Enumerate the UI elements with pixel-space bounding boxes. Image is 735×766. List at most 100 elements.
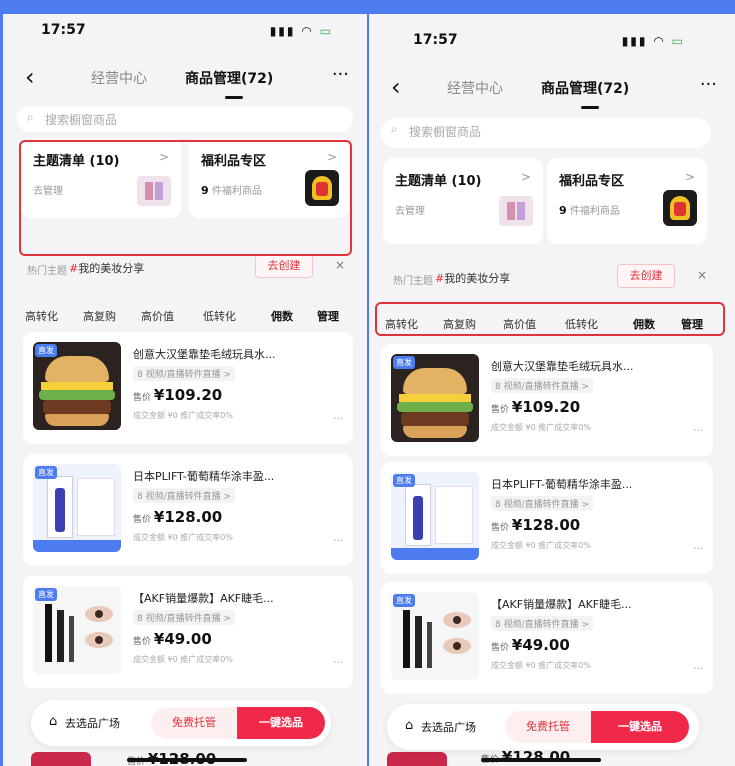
price-value: ¥49.00 — [511, 636, 570, 654]
active-tab-underline — [225, 96, 243, 99]
filter-high-repurchase[interactable]: 高复购 — [83, 308, 116, 324]
product-image-mascara: 直发 — [391, 592, 479, 680]
more-icon[interactable]: ··· — [693, 426, 703, 437]
tab-business-center[interactable]: 经营中心 — [447, 78, 503, 98]
tab-business-center[interactable]: 经营中心 — [91, 68, 147, 88]
price-value: ¥128.00 — [511, 516, 581, 534]
topic-value[interactable]: #我的美妆分享 — [69, 260, 144, 276]
price-value: ¥109.20 — [511, 398, 581, 416]
tab-product-management[interactable]: 商品管理(72) — [541, 78, 629, 98]
price-value: ¥49.00 — [153, 630, 212, 648]
search-icon: ⌕ — [27, 110, 34, 124]
filter-high-value[interactable]: 高价值 — [141, 308, 174, 324]
home-indicator — [481, 758, 601, 762]
theme-list-card[interactable]: 主题清单 (10) > 去管理 — [383, 158, 543, 244]
price-label: 售价 — [491, 405, 510, 415]
product-tag: 直发 — [35, 466, 57, 479]
product-price: 售价 ¥109.20 — [133, 386, 222, 404]
product-badge[interactable]: 8 视频/直播转件直播 > — [491, 378, 594, 393]
product-price: 售价 ¥49.00 — [133, 630, 212, 648]
product-badge[interactable]: 8 视频/直播转件直播 > — [491, 496, 594, 511]
product-plaza-link[interactable]: 去选品广场 — [65, 715, 120, 731]
tab-product-management[interactable]: 商品管理(72) — [185, 68, 273, 88]
product-image-burger: 直发 — [391, 354, 479, 442]
free-hosting-button[interactable]: 免费托管 — [505, 711, 591, 743]
welfare-sub-text: 件福利商品 — [569, 206, 620, 217]
one-key-select-button[interactable]: 一键选品 — [591, 711, 689, 743]
nav-bar: ‹ 经营中心 商品管理(72) ··· — [369, 74, 735, 109]
filter-low-conversion[interactable]: 低转化 — [203, 308, 236, 324]
create-button[interactable]: 去创建 — [255, 254, 313, 278]
product-badge[interactable]: 8 视频/直播转件直播 > — [133, 488, 236, 503]
product-item[interactable]: 直发 【AKF销量爆款】AKF睫毛... 8 视频/直播转件直播 > 售价 ¥4… — [23, 576, 353, 688]
more-icon[interactable]: ··· — [700, 74, 717, 95]
product-meta: 成交金额 ¥0 推广成交率0% — [491, 541, 591, 550]
more-icon[interactable]: ··· — [693, 664, 703, 675]
create-button[interactable]: 去创建 — [617, 264, 675, 288]
product-price: 售价 ¥49.00 — [491, 636, 570, 654]
search-input[interactable]: ⌕ 搜索橱窗商品 — [17, 106, 353, 132]
product-item[interactable]: 直发 日本PLIFT-葡萄精华涂丰盈... 8 视频/直播转件直播 > 售价 ¥… — [23, 454, 353, 566]
price-value: ¥128.00 — [501, 748, 571, 766]
wifi-icon: ◠ — [301, 24, 314, 38]
more-icon[interactable]: ··· — [332, 64, 349, 85]
product-title: 日本PLIFT-葡萄精华涂丰盈... — [491, 478, 633, 491]
topic-label: 热门主题 — [393, 276, 433, 287]
highlight-box-cards — [19, 140, 352, 256]
price-label: 售价 — [491, 643, 510, 653]
product-title: 日本PLIFT-葡萄精华涂丰盈... — [133, 470, 275, 483]
close-icon[interactable]: × — [697, 268, 707, 282]
welfare-card[interactable]: 福利品专区 > 9 件福利商品 — [547, 158, 707, 244]
feature-cards: 主题清单 (10) > 去管理 福利品专区 > 9 件福利商品 — [379, 158, 709, 250]
price-label: 售价 — [491, 523, 510, 533]
wifi-icon: ◠ — [653, 34, 666, 48]
product-badge[interactable]: 8 视频/直播转件直播 > — [133, 366, 236, 381]
product-title: 创意大汉堡靠垫毛绒玩具水... — [133, 348, 276, 361]
more-icon[interactable]: ··· — [333, 536, 343, 547]
welfare-sub: 9 件福利商品 — [559, 202, 620, 217]
product-plaza-link[interactable]: 去选品广场 — [421, 719, 476, 735]
product-item[interactable]: 直发 创意大汉堡靠垫毛绒玩具水... 8 视频/直播转件直播 > 售价 ¥109… — [381, 344, 713, 456]
chevron-right-icon: > — [520, 170, 531, 184]
next-product-price: 售价 ¥128.00 — [481, 748, 570, 766]
product-badge[interactable]: 8 视频/直播转件直播 > — [133, 610, 236, 625]
chevron-left-icon[interactable]: ‹ — [391, 74, 401, 100]
filter-commission[interactable]: 佣数 — [271, 308, 293, 324]
free-hosting-button[interactable]: 免费托管 — [151, 707, 237, 739]
more-icon[interactable]: ··· — [333, 414, 343, 425]
one-key-select-button[interactable]: 一键选品 — [237, 707, 325, 739]
topic-value[interactable]: #我的美妆分享 — [435, 270, 510, 286]
chevron-left-icon[interactable]: ‹ — [25, 64, 35, 90]
topic-label: 热门主题 — [27, 266, 67, 277]
status-time: 17:57 — [41, 22, 86, 38]
hot-topic-row: 热门主题 #我的美妆分享 去创建 × — [383, 262, 715, 292]
filter-high-conversion[interactable]: 高转化 — [25, 308, 58, 324]
battery-icon: ▭ — [319, 24, 333, 38]
search-placeholder: 搜索橱窗商品 — [409, 125, 482, 139]
price-label: 售价 — [133, 515, 152, 525]
close-icon[interactable]: × — [335, 258, 345, 272]
theme-list-manage[interactable]: 去管理 — [395, 202, 425, 217]
product-badge[interactable]: 8 视频/直播转件直播 > — [491, 616, 594, 631]
welfare-thumbnail — [663, 190, 697, 226]
theme-thumbnail — [499, 196, 533, 226]
price-value: ¥128.00 — [153, 508, 223, 526]
filter-manage[interactable]: 管理 — [317, 308, 339, 324]
signal-icon: ▮▮▮ — [269, 24, 296, 38]
product-price: 售价 ¥109.20 — [491, 398, 580, 416]
product-price: 售价 ¥128.00 — [133, 508, 222, 526]
more-icon[interactable]: ··· — [333, 658, 343, 669]
search-input[interactable]: ⌕ 搜索橱窗商品 — [381, 118, 711, 148]
next-product-image — [387, 752, 447, 766]
hash-icon: # — [69, 262, 79, 275]
status-bar: 17:57 ▮▮▮ ◠ ▭ — [369, 20, 735, 48]
product-meta: 成交金额 ¥0 推广成交率0% — [491, 423, 591, 432]
product-item[interactable]: 直发 日本PLIFT-葡萄精华涂丰盈... 8 视频/直播转件直播 > 售价 ¥… — [381, 462, 713, 574]
product-image-mascara: 直发 — [33, 586, 121, 674]
nav-bar: ‹ 经营中心 商品管理(72) ··· — [3, 64, 367, 99]
product-item[interactable]: 直发 【AKF销量爆款】AKF睫毛... 8 视频/直播转件直播 > 售价 ¥4… — [381, 582, 713, 694]
more-icon[interactable]: ··· — [693, 544, 703, 555]
bag-icon: ⌂ — [405, 718, 414, 733]
product-item[interactable]: 直发 创意大汉堡靠垫毛绒玩具水... 8 视频/直播转件直播 > 售价 ¥109… — [23, 332, 353, 444]
bag-icon: ⌂ — [49, 714, 58, 729]
